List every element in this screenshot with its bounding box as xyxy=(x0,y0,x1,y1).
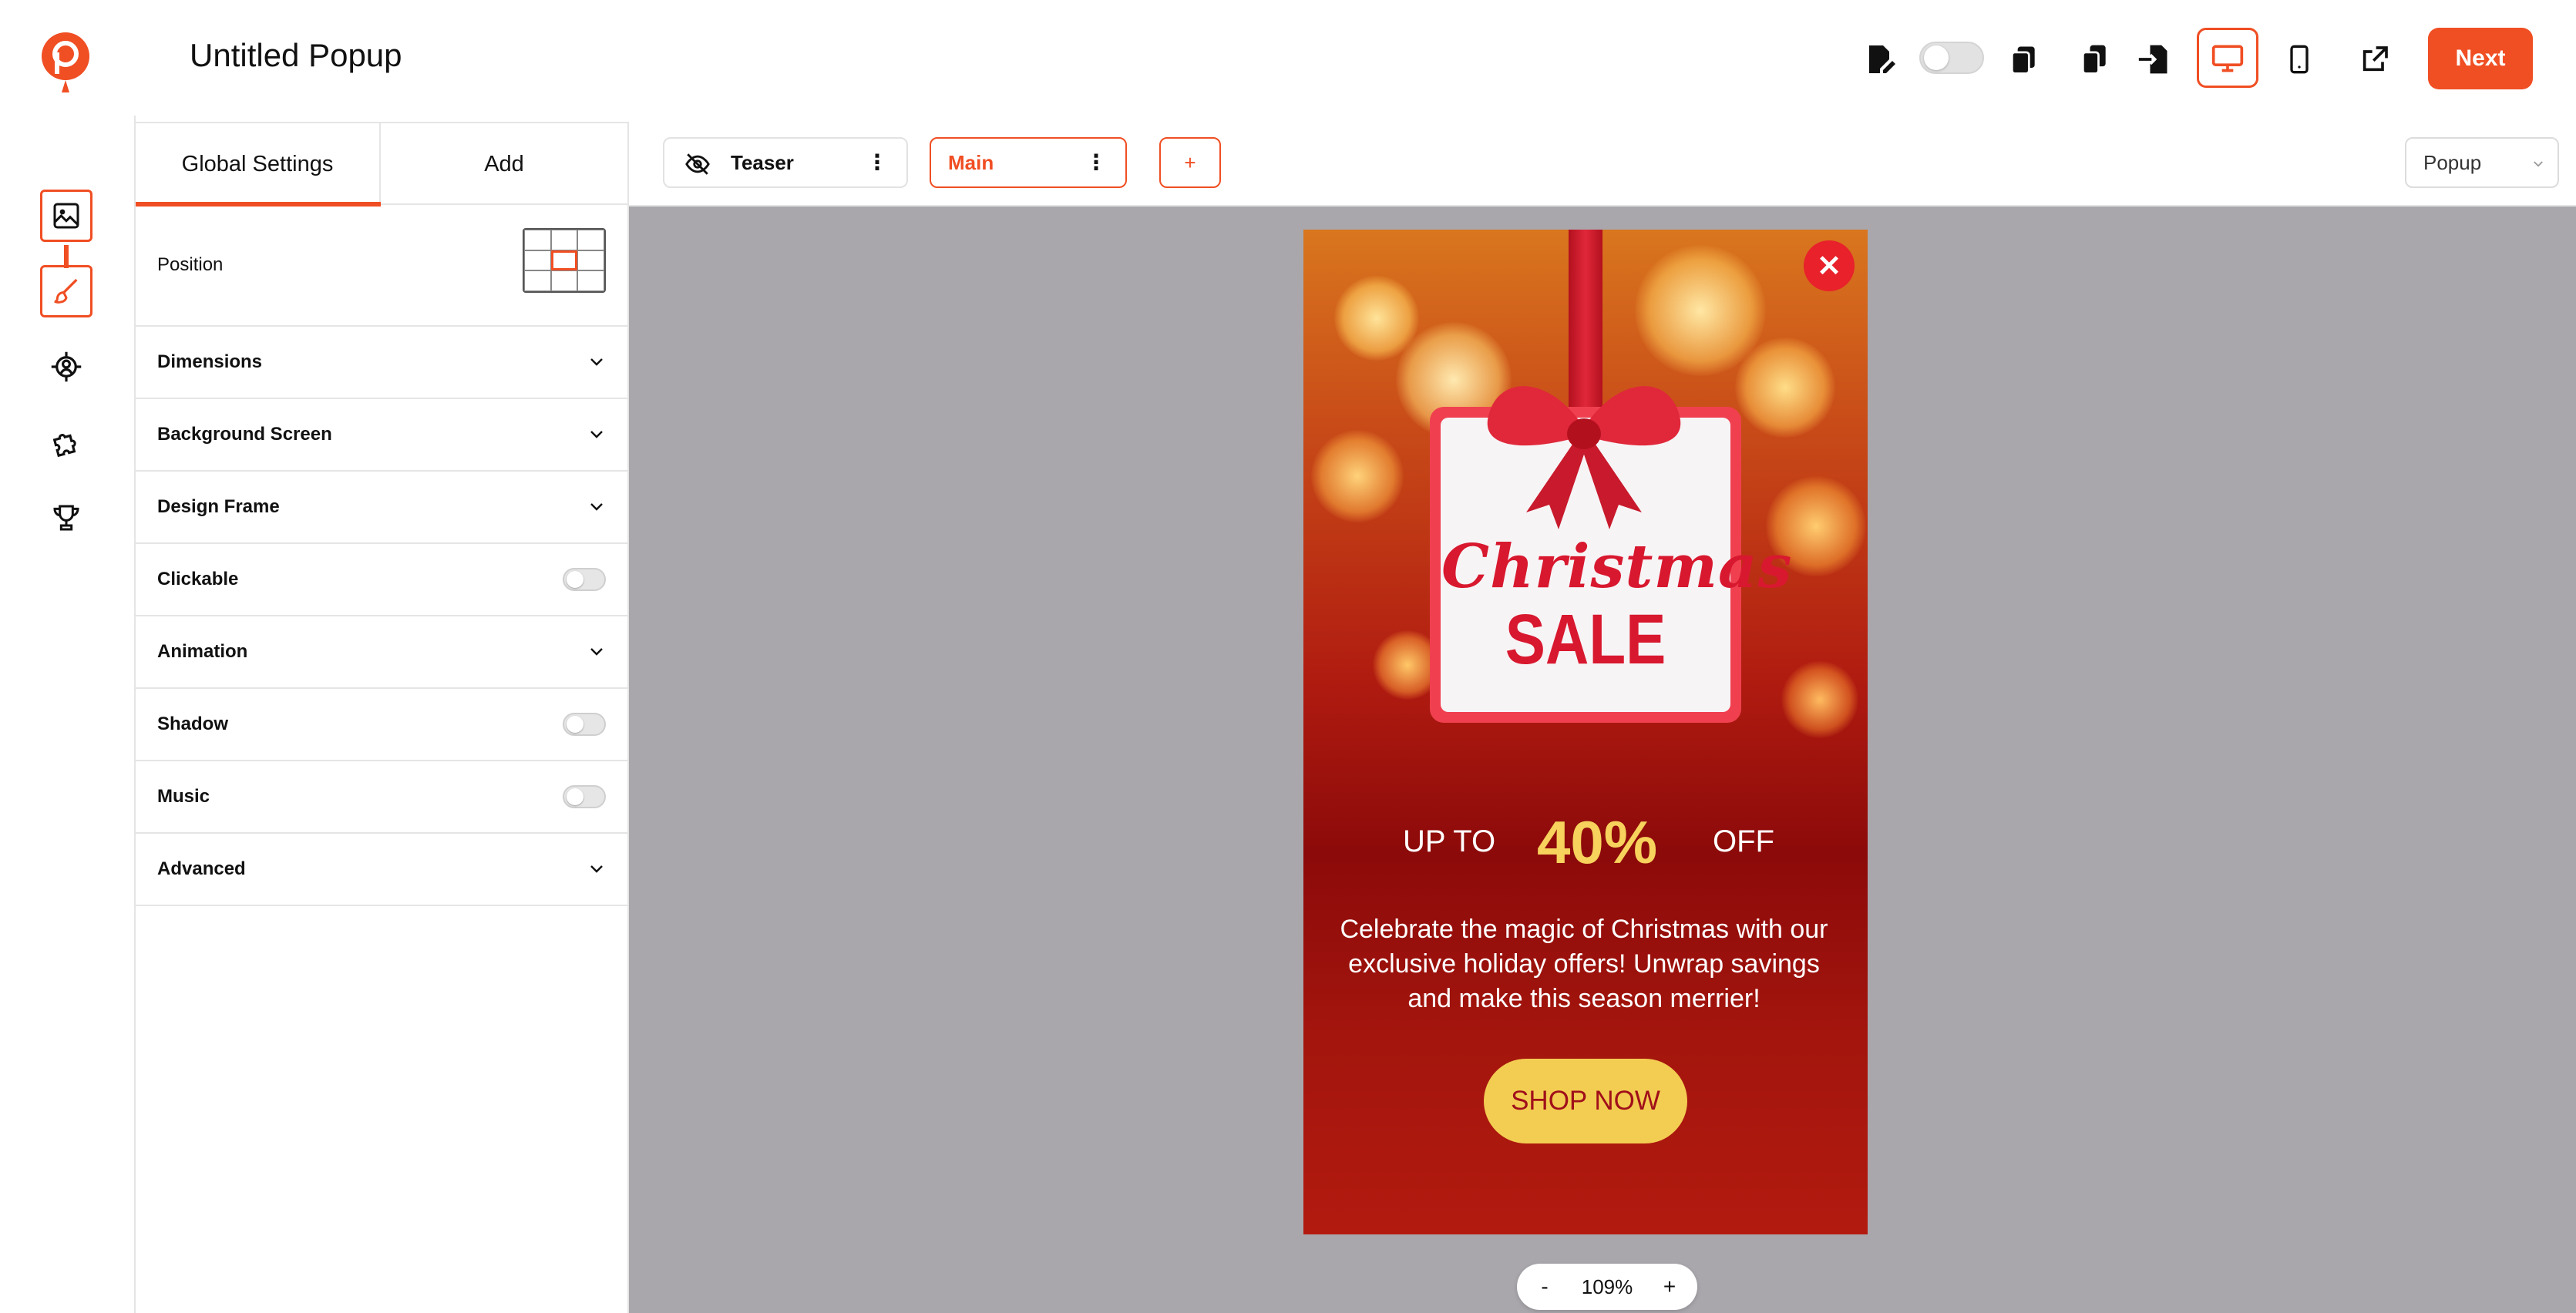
position-cell[interactable] xyxy=(577,270,604,291)
row-label: Background Screen xyxy=(157,424,332,445)
row-advanced[interactable]: Advanced xyxy=(136,834,627,906)
shadow-toggle[interactable] xyxy=(563,713,606,736)
popup-title[interactable]: Untitled Popup xyxy=(190,37,402,74)
app-logo[interactable] xyxy=(40,31,91,96)
panel-tabs: Global Settings Add xyxy=(136,122,627,207)
rail-targeting-button[interactable] xyxy=(40,341,92,393)
bokeh-light xyxy=(1311,430,1404,522)
shop-now-button[interactable]: SHOP NOW xyxy=(1484,1059,1687,1143)
row-background-screen[interactable]: Background Screen xyxy=(136,399,627,472)
position-picker[interactable] xyxy=(523,228,606,293)
top-bar: Untitled Popup Next xyxy=(0,0,2576,116)
popup-type-select[interactable]: Popup xyxy=(2405,137,2559,188)
clickable-toggle[interactable] xyxy=(563,568,606,591)
sale-heading: SALE xyxy=(1505,600,1666,679)
preview-toggle[interactable] xyxy=(1919,42,1984,74)
row-label: Shadow xyxy=(157,714,229,734)
position-cell[interactable] xyxy=(524,250,551,271)
edit-doc-icon[interactable] xyxy=(1858,37,1902,82)
position-cell[interactable] xyxy=(550,270,578,291)
external-link-icon[interactable] xyxy=(2352,37,2397,82)
mobile-view-button[interactable] xyxy=(2277,37,2322,82)
chevron-down-icon xyxy=(590,648,603,656)
row-label: Clickable xyxy=(157,569,239,589)
row-animation[interactable]: Animation xyxy=(136,616,627,689)
duplicate-icon[interactable] xyxy=(2072,37,2117,82)
left-rail xyxy=(0,116,136,1313)
bow-graphic xyxy=(1487,386,1681,529)
position-cell-selected[interactable] xyxy=(550,250,578,271)
copy-icon[interactable] xyxy=(2001,37,2046,82)
position-cell[interactable] xyxy=(550,230,578,250)
brush-icon xyxy=(54,278,78,304)
tab-global-settings[interactable]: Global Settings xyxy=(136,123,381,207)
settings-panel: Global Settings Add Position Dimensions … xyxy=(136,122,629,1313)
row-music: Music xyxy=(136,761,627,834)
popup-close-button[interactable]: ✕ xyxy=(1804,240,1855,291)
row-shadow: Shadow xyxy=(136,689,627,761)
import-icon[interactable] xyxy=(2132,37,2177,82)
rail-image-button[interactable] xyxy=(40,190,92,242)
rail-design-button[interactable] xyxy=(40,265,92,317)
tab-add[interactable]: Add xyxy=(381,123,627,205)
row-label: Dimensions xyxy=(157,351,263,372)
position-cell[interactable] xyxy=(577,250,604,271)
screen-tab-teaser[interactable]: Teaser ⋮ xyxy=(663,137,908,188)
trophy-icon xyxy=(53,505,79,531)
chevron-down-icon xyxy=(590,503,603,511)
zoom-in-button[interactable]: + xyxy=(1659,1274,1680,1299)
row-design-frame[interactable]: Design Frame xyxy=(136,472,627,544)
desktop-view-button[interactable] xyxy=(2197,28,2258,88)
position-label: Position xyxy=(157,254,224,275)
rail-goals-button[interactable] xyxy=(40,492,92,544)
off-text: OFF xyxy=(1713,824,1774,858)
popup-body-text: Celebrate the magic of Christmas with ou… xyxy=(1340,915,1828,1013)
screen-tab-main[interactable]: Main ⋮ xyxy=(930,137,1127,188)
puzzle-icon xyxy=(52,434,76,458)
row-label: Advanced xyxy=(157,858,246,879)
bokeh-light xyxy=(1781,661,1858,738)
chevron-down-icon xyxy=(590,865,603,873)
kebab-menu-icon[interactable]: ⋮ xyxy=(866,152,888,173)
position-cell[interactable] xyxy=(524,270,551,291)
zoom-level: 109% xyxy=(1581,1274,1633,1298)
popup-editor: Untitled Popup Next Global Settings Add … xyxy=(0,0,2576,1313)
popup-type-value: Popup xyxy=(2423,150,2482,174)
mobile-icon xyxy=(2290,45,2309,74)
desktop-icon xyxy=(2211,45,2244,72)
next-button[interactable]: Next xyxy=(2428,28,2533,89)
target-icon xyxy=(51,351,82,382)
position-cell[interactable] xyxy=(524,230,551,250)
chevron-down-icon xyxy=(2534,161,2543,167)
music-toggle[interactable] xyxy=(563,785,606,808)
screen-tabs-bar: Teaser ⋮ Main ⋮ + Popup xyxy=(629,116,2576,207)
row-clickable: Clickable xyxy=(136,544,627,616)
chevron-down-icon xyxy=(590,358,603,366)
chevron-down-icon xyxy=(590,431,603,438)
zoom-out-button[interactable]: - xyxy=(1534,1274,1555,1299)
bokeh-light xyxy=(1735,337,1835,438)
add-screen-button[interactable]: + xyxy=(1159,137,1221,188)
image-icon xyxy=(53,203,79,229)
row-dimensions[interactable]: Dimensions xyxy=(136,327,627,399)
christmas-heading: Christmas xyxy=(1441,532,1793,602)
row-label: Design Frame xyxy=(157,496,280,517)
screen-tab-label: Main xyxy=(948,150,994,174)
zoom-control: - 109% + xyxy=(1517,1264,1697,1310)
position-cell[interactable] xyxy=(577,230,604,250)
kebab-menu-icon[interactable]: ⋮ xyxy=(1085,152,1107,173)
screen-tab-label: Teaser xyxy=(731,150,794,174)
rail-integrations-button[interactable] xyxy=(40,416,92,468)
up-to-text: UP TO xyxy=(1403,824,1496,858)
row-label: Music xyxy=(157,786,210,807)
eye-off-icon[interactable] xyxy=(684,151,711,177)
row-label: Animation xyxy=(157,641,248,662)
discount-percent: 40% xyxy=(1537,808,1658,876)
